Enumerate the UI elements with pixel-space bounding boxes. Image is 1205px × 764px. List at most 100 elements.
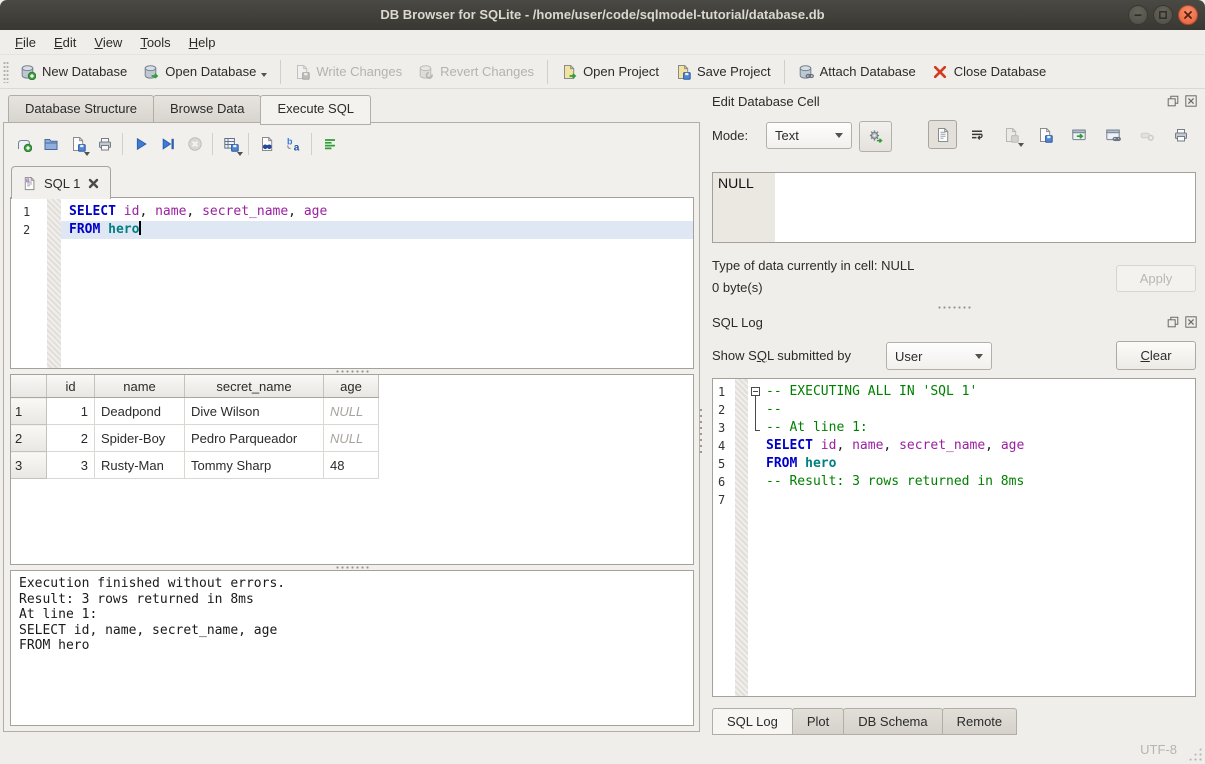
close-dock-icon[interactable]: [1184, 315, 1197, 328]
toolbar-new-database-button[interactable]: New Database: [12, 59, 135, 85]
word-wrap-button[interactable]: [962, 120, 991, 149]
sql-editor[interactable]: 1 SELECT id, name, secret_name, age 2 FR…: [10, 197, 694, 369]
log-line[interactable]: 7: [713, 491, 1195, 509]
toolbar-open-project-button[interactable]: Open Project: [553, 59, 667, 85]
table-row[interactable]: 11DeadpondDive WilsonNULL: [11, 398, 379, 425]
bottom-tab-remote[interactable]: Remote: [942, 708, 1018, 735]
menu-file[interactable]: File: [6, 32, 45, 53]
cell-secret-name[interactable]: Dive Wilson: [185, 398, 324, 425]
cell-id[interactable]: 3: [47, 452, 95, 479]
log-line[interactable]: 6 -- Result: 3 rows returned in 8ms: [713, 473, 1195, 491]
column-header-id[interactable]: id: [47, 375, 95, 398]
text-view-button[interactable]: [928, 120, 957, 149]
sql-log-filter-combobox[interactable]: User: [886, 342, 992, 370]
table-row[interactable]: 22Spider-BoyPedro ParqueadorNULL: [11, 425, 379, 452]
toolbar-drag-handle[interactable]: [3, 61, 9, 83]
editor-line[interactable]: 2 FROM hero: [11, 221, 693, 239]
cell-id[interactable]: 2: [47, 425, 95, 452]
results-grid[interactable]: idnamesecret_nameage 11DeadpondDive Wils…: [10, 374, 694, 565]
log-line[interactable]: 2 --: [713, 401, 1195, 419]
close-button[interactable]: [1178, 5, 1198, 25]
cell-secret-name[interactable]: Pedro Parqueador: [185, 425, 324, 452]
tab-database-structure[interactable]: Database Structure: [8, 95, 154, 123]
bottom-tab-sql-log[interactable]: SQL Log: [712, 708, 793, 735]
toolbar-separator: [311, 133, 312, 155]
chevron-down-icon[interactable]: [84, 152, 90, 156]
find-text-button[interactable]: [253, 131, 280, 158]
cell-name[interactable]: Deadpond: [95, 398, 185, 425]
cell-age[interactable]: 48: [324, 452, 379, 479]
execute-current-line-button[interactable]: [154, 131, 181, 158]
minimize-button[interactable]: [1128, 5, 1148, 25]
table-row[interactable]: 33Rusty-ManTommy Sharp48: [11, 452, 379, 479]
row-number[interactable]: 2: [11, 425, 47, 452]
column-header-secret-name[interactable]: secret_name: [185, 375, 324, 398]
sql-log-view[interactable]: 1 -- EXECUTING ALL IN 'SQL 1' 2 -- 3 -- …: [712, 378, 1196, 697]
toolbar-save-project-button[interactable]: Save Project: [667, 59, 779, 85]
row-number[interactable]: 3: [11, 452, 47, 479]
menu-edit[interactable]: Edit: [45, 32, 85, 53]
bottom-tab-db-schema[interactable]: DB Schema: [843, 708, 942, 735]
open-sql-file-button[interactable]: [37, 131, 64, 158]
open-external-button[interactable]: [1064, 120, 1093, 149]
copy-link-button[interactable]: [1098, 120, 1127, 149]
cell-name[interactable]: Spider-Boy: [95, 425, 185, 452]
window-titlebar[interactable]: DB Browser for SQLite - /home/user/code/…: [0, 0, 1205, 30]
chevron-down-icon[interactable]: [261, 73, 267, 77]
apply-cell-changes-button[interactable]: [859, 121, 892, 152]
corner-header[interactable]: [11, 375, 47, 398]
tab-browse-data[interactable]: Browse Data: [153, 95, 261, 123]
float-dock-icon[interactable]: [1166, 94, 1179, 107]
find-replace-button[interactable]: ba: [280, 131, 307, 158]
format-sql-button[interactable]: [316, 131, 343, 158]
print-sql-button[interactable]: [91, 131, 118, 158]
print-cell-button[interactable]: [1166, 120, 1195, 149]
fold-margin[interactable]: [748, 383, 766, 401]
toolbar-separator: [784, 60, 785, 84]
menu-tools[interactable]: Tools: [131, 32, 179, 53]
close-dock-icon[interactable]: [1184, 94, 1197, 107]
execute-current-line-icon: [160, 136, 176, 152]
log-fold-margin: [735, 379, 748, 696]
row-number[interactable]: 1: [11, 398, 47, 425]
toolbar-open-database-button[interactable]: Open Database: [135, 59, 275, 85]
log-line[interactable]: 5 FROM hero: [713, 455, 1195, 473]
chevron-down-icon[interactable]: [237, 152, 243, 156]
new-sql-tab-button[interactable]: [10, 131, 37, 158]
cell-age[interactable]: NULL: [324, 425, 379, 452]
line-number: 4: [713, 437, 735, 455]
maximize-button[interactable]: [1153, 5, 1173, 25]
sql-document-tab[interactable]: SQL 1: [11, 166, 111, 199]
save-results-button[interactable]: [217, 131, 244, 158]
clear-log-button[interactable]: Clear: [1116, 341, 1196, 370]
log-line[interactable]: 4 SELECT id, name, secret_name, age: [713, 437, 1195, 455]
cell-id[interactable]: 1: [47, 398, 95, 425]
menu-help[interactable]: Help: [180, 32, 225, 53]
dock-splitter[interactable]: [712, 305, 1196, 310]
resize-grip-icon[interactable]: [1188, 747, 1202, 761]
column-header-name[interactable]: name: [95, 375, 185, 398]
cell-age[interactable]: NULL: [324, 398, 379, 425]
export-data-button[interactable]: [1030, 120, 1059, 149]
window-title: DB Browser for SQLite - /home/user/code/…: [90, 0, 1115, 30]
save-sql-file-button[interactable]: [64, 131, 91, 158]
close-sql-tab-icon[interactable]: [87, 177, 100, 190]
toolbar-close-database-button[interactable]: Close Database: [924, 59, 1055, 85]
bottom-tab-plot[interactable]: Plot: [792, 708, 844, 735]
mode-combobox[interactable]: Text: [766, 122, 852, 149]
cell-secret-name[interactable]: Tommy Sharp: [185, 452, 324, 479]
set-null-button: [1132, 120, 1161, 149]
tab-execute-sql[interactable]: Execute SQL: [260, 95, 371, 125]
cell-content-editor[interactable]: NULL: [712, 172, 1196, 243]
execution-status-log[interactable]: Execution finished without errors. Resul…: [10, 570, 694, 726]
editor-line[interactable]: 1 SELECT id, name, secret_name, age: [11, 203, 693, 221]
cell-name[interactable]: Rusty-Man: [95, 452, 185, 479]
menu-view[interactable]: View: [85, 32, 131, 53]
log-line[interactable]: 1 -- EXECUTING ALL IN 'SQL 1': [713, 383, 1195, 401]
float-dock-icon[interactable]: [1166, 315, 1179, 328]
execute-all-button[interactable]: [127, 131, 154, 158]
column-header-age[interactable]: age: [324, 375, 379, 398]
toolbar-attach-database-button[interactable]: Attach Database: [790, 59, 924, 85]
log-line[interactable]: 3 -- At line 1:: [713, 419, 1195, 437]
toolbar-button-label: Attach Database: [820, 64, 916, 79]
